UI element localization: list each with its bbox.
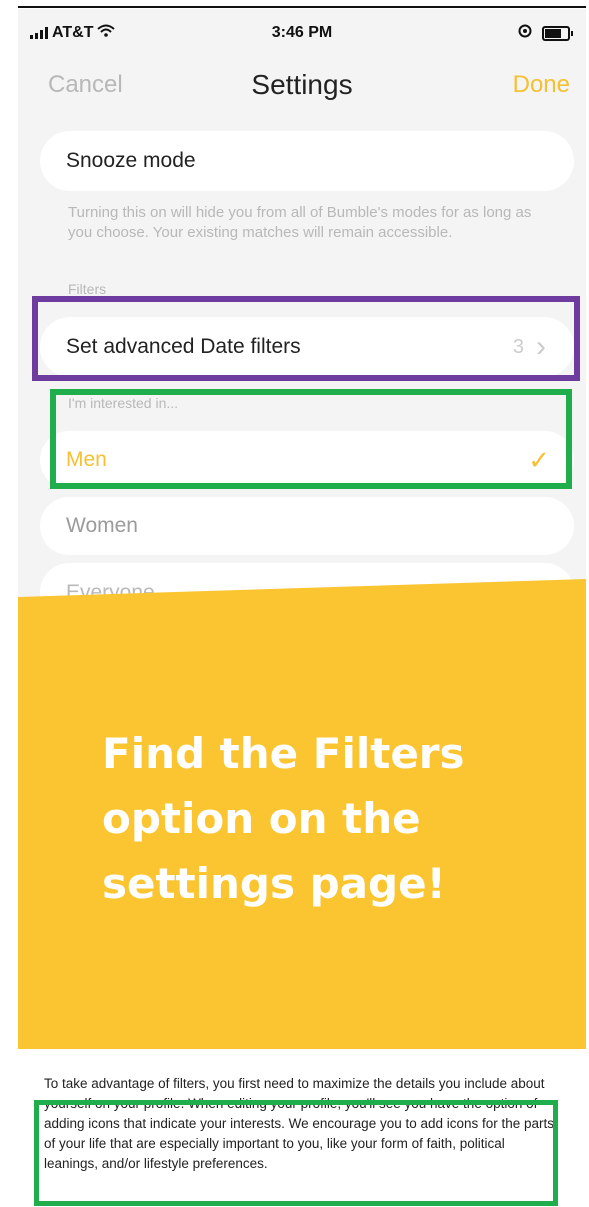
filters-section-label: Filters [68,281,107,297]
orientation-lock-icon [518,24,532,43]
carrier-group: AT&T [30,24,116,42]
top-divider [18,6,586,8]
carrier-label: AT&T [52,24,94,41]
snooze-mode-label: Snooze mode [66,149,196,172]
option-women[interactable]: Women [40,497,574,555]
snooze-mode-toggle[interactable]: Snooze mode [40,131,574,191]
advanced-filters-highlight-box [32,296,580,381]
battery-icon [542,25,573,41]
signal-icon [30,27,48,39]
interested-in-highlight-box [50,389,572,489]
snooze-help-text: Turning this on will hide you from all o… [68,204,532,241]
wifi-icon [97,24,116,42]
status-bar: AT&T 3:46 PM [18,9,586,57]
phone-screenshot: AT&T 3:46 PM Cancel Settings Done Snooze… [18,9,586,1049]
done-button[interactable]: Done [513,71,570,99]
navigation-bar: Cancel Settings Done [18,57,586,119]
option-women-label: Women [66,514,138,537]
battery-fill [545,28,561,38]
callout-heading: Find the Filters option on the settings … [102,729,465,908]
status-right-group [518,24,573,43]
page-title: Settings [251,69,353,100]
article-highlight-box [34,1100,558,1206]
